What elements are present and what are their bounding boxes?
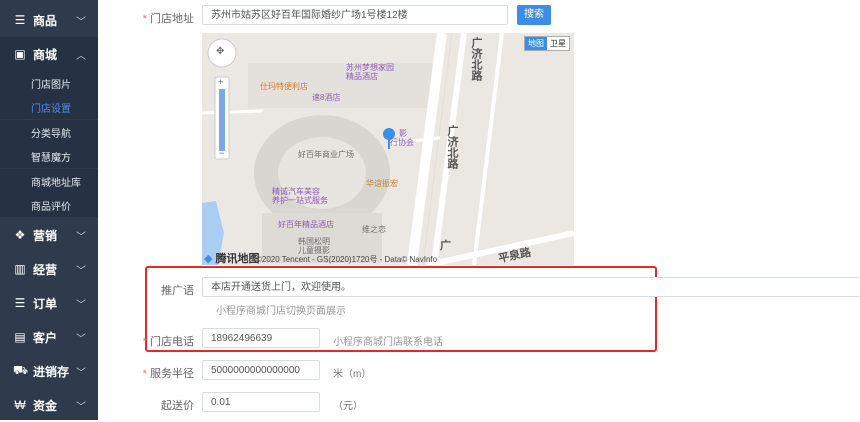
map-poi-label: 行协会 bbox=[390, 138, 414, 147]
map-poi-label: 精品酒店 bbox=[346, 72, 378, 81]
chevron-up-icon: ︿ bbox=[76, 51, 86, 62]
address-input[interactable]: 苏州市姑苏区好百年国际婚纱广场1号楼12楼 bbox=[202, 5, 508, 25]
chevron-down-icon: ﹀ bbox=[76, 402, 86, 413]
chevron-down-icon: ﹀ bbox=[76, 300, 86, 311]
sidebar-item-label: 经营 bbox=[33, 262, 58, 277]
map[interactable]: ✥ + − 地图 卫星 苏州梦想家园 精品酒店 仕玛特便利店 速8酒店 好百年商… bbox=[202, 33, 574, 265]
radius-label: * 服务半径 bbox=[142, 368, 194, 380]
chevron-down-icon: ﹀ bbox=[76, 17, 86, 28]
search-button[interactable]: 搜索 bbox=[517, 5, 551, 25]
phone-label: * 门店电话 bbox=[142, 336, 194, 348]
promo-hint: 小程序商城门店切换页面展示 bbox=[216, 306, 346, 317]
phone-input[interactable]: 18962496639 bbox=[202, 328, 320, 348]
min-price-unit: （元） bbox=[333, 401, 363, 412]
map-poi-label: 好百年商业广场 bbox=[298, 150, 354, 159]
chevron-down-icon: ﹀ bbox=[76, 266, 86, 277]
map-logo: ◆ 腾讯地图 bbox=[204, 253, 260, 265]
map-type-satellite-button[interactable]: 卫星 bbox=[547, 37, 569, 50]
phone-hint: 小程序商城门店联系电话 bbox=[333, 337, 443, 348]
radius-input[interactable]: 5000000000000000 bbox=[202, 360, 320, 380]
map-type-map-button[interactable]: 地图 bbox=[525, 37, 547, 50]
map-poi-label: 仕玛特便利店 bbox=[260, 82, 308, 91]
submenu-item-reviews[interactable]: 商品评价 bbox=[0, 193, 98, 217]
shop-icon: ▣ bbox=[14, 47, 26, 61]
min-price-input[interactable]: 0.01 bbox=[202, 392, 320, 412]
sidebar-item-label: 资金 bbox=[33, 398, 58, 413]
map-road-label: 广济北路 bbox=[470, 37, 482, 81]
chevron-down-icon: ﹀ bbox=[76, 334, 86, 345]
submenu-item-smart-cube[interactable]: 智慧魔方 bbox=[0, 144, 98, 168]
bar-chart-icon: ▥ bbox=[14, 262, 26, 276]
sidebar-item-customers[interactable]: ▤ 客户 ﹀ bbox=[0, 320, 98, 354]
submenu-item-store-settings[interactable]: 门店设置 bbox=[0, 95, 98, 119]
map-road-label: 广济北路 bbox=[446, 125, 458, 169]
yen-icon: ₩ bbox=[14, 398, 26, 412]
zoom-in-icon[interactable]: + bbox=[218, 77, 223, 87]
chevron-down-icon: ﹀ bbox=[76, 232, 86, 243]
sidebar-item-label: 订单 bbox=[33, 296, 58, 311]
zoom-out-icon[interactable]: − bbox=[219, 148, 224, 158]
tencent-map-logo-icon: ◆ bbox=[204, 253, 213, 265]
sidebar: ☰ 商品 ﹀ ▣ 商城 ︿ 门店图片 门店设置 分类导航 智慧魔方 商城地址库 … bbox=[0, 0, 98, 420]
sidebar-item-label: 营销 bbox=[33, 228, 58, 243]
map-poi-label: 养护一站式服务 bbox=[272, 196, 328, 205]
sidebar-item-label: 进销存 bbox=[33, 364, 70, 379]
sidebar-item-orders[interactable]: ☰ 订单 ﹀ bbox=[0, 286, 98, 320]
min-price-label: 起送价 bbox=[161, 400, 194, 412]
sidebar-item-operations[interactable]: ▥ 经营 ﹀ bbox=[0, 252, 98, 286]
list-icon: ☰ bbox=[14, 13, 26, 27]
map-poi-label: 好百年精品酒店 bbox=[278, 220, 334, 229]
truck-icon: ⛟ bbox=[13, 363, 29, 377]
gift-icon: ❖ bbox=[14, 228, 26, 242]
pan-control-icon[interactable]: ✥ bbox=[216, 46, 224, 57]
sidebar-item-label: 商城 bbox=[33, 47, 58, 62]
sidebar-item-label: 商品 bbox=[33, 13, 58, 28]
sidebar-item-mall[interactable]: ▣ 商城 ︿ bbox=[0, 37, 98, 71]
id-card-icon: ▤ bbox=[14, 330, 26, 344]
list-icon: ☰ bbox=[14, 296, 26, 310]
map-poi-label: 维之恋 bbox=[362, 225, 386, 234]
map-type-toggle: 地图 卫星 bbox=[524, 36, 570, 51]
map-copyright: ©2020 Tencent - GS(2020)1720号 - Data© Na… bbox=[256, 255, 438, 264]
promo-input[interactable]: 本店开通送货上门，欢迎使用。 bbox=[202, 277, 860, 297]
submenu-item-address-library[interactable]: 商城地址库 bbox=[0, 169, 98, 193]
map-poi-label: 速8酒店 bbox=[312, 93, 341, 102]
chevron-down-icon: ﹀ bbox=[76, 368, 86, 379]
sidebar-item-goods[interactable]: ☰ 商品 ﹀ bbox=[0, 3, 98, 37]
sidebar-item-inventory[interactable]: ⛟ 进销存 ﹀ bbox=[0, 354, 98, 388]
address-label: * 门店地址 bbox=[142, 13, 194, 25]
submenu-item-store-images[interactable]: 门店图片 bbox=[0, 71, 98, 95]
map-blank-area bbox=[574, 33, 860, 265]
submenu-item-category-nav[interactable]: 分类导航 bbox=[0, 120, 98, 144]
map-poi-label: 华谊振宏 bbox=[366, 179, 398, 188]
sidebar-item-label: 客户 bbox=[33, 330, 58, 345]
sidebar-item-marketing[interactable]: ❖ 营销 ﹀ bbox=[0, 218, 98, 252]
radius-unit: 米（m） bbox=[333, 369, 372, 380]
promo-label: 推广语 bbox=[161, 285, 194, 297]
sidebar-item-funds[interactable]: ₩ 资金 ﹀ bbox=[0, 388, 98, 422]
map-road-label: 广 bbox=[440, 240, 451, 252]
